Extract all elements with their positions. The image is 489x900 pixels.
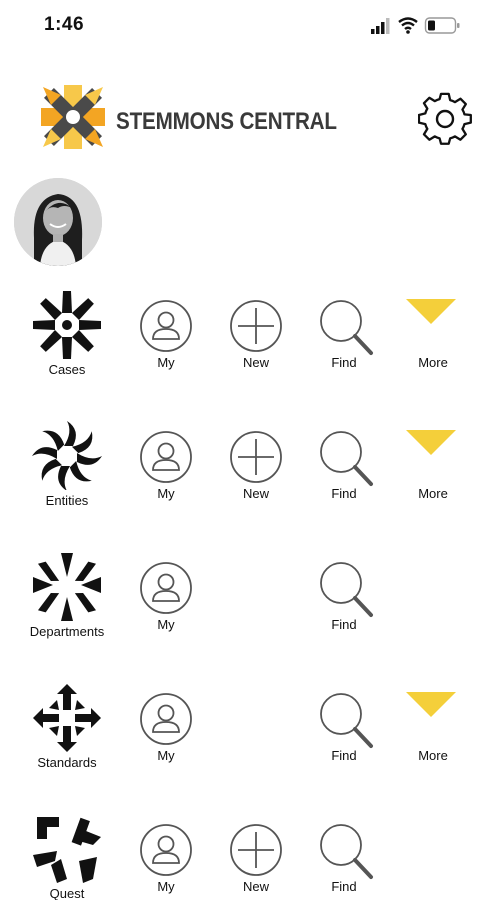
plus-circle-icon [230,300,282,352]
departments-my-button[interactable]: My [136,561,196,641]
user-circle-icon [140,693,192,745]
cases-my-button[interactable]: My [136,299,196,379]
departments-chevrons-icon[interactable] [30,551,104,621]
battery-icon [424,17,460,34]
module-label-standards: Standards [37,755,97,770]
more-label: More [418,748,448,763]
more-label: More [418,486,448,501]
search-icon [320,300,373,355]
standards-arrows-icon[interactable] [30,682,104,752]
my-label: My [157,879,175,894]
module-row-entities: Entities My New Find More [0,420,489,530]
quest-arrows-icon[interactable] [30,813,104,883]
find-label: Find [331,879,357,894]
signal-icon [371,18,390,34]
new-label: New [242,486,269,501]
entities-more-button[interactable]: More [403,430,463,510]
stemmons-logo-icon [41,85,105,149]
chevron-down-icon [406,299,456,324]
more-label: More [418,355,448,370]
find-label: Find [331,486,357,501]
search-icon [320,431,373,486]
module-row-quest: Quest My New Find [0,813,489,900]
status-icons [371,17,460,34]
status-time: 1:46 [44,14,85,35]
module-row-standards: Standards My Find More [0,682,489,792]
module-row-cases: Cases My New Find More [0,289,489,399]
cases-find-button[interactable]: Find [314,299,374,379]
my-label: My [157,617,175,632]
cases-more-button[interactable]: More [403,299,463,379]
entities-new-button[interactable]: New [226,430,286,510]
cases-new-button[interactable]: New [226,299,286,379]
module-label-entities: Entities [45,493,89,508]
my-label: My [157,748,175,763]
module-label-cases: Cases [48,362,86,377]
quest-new-button[interactable]: New [226,823,286,900]
quest-my-button[interactable]: My [136,823,196,900]
search-icon [320,824,373,879]
user-avatar[interactable] [14,178,102,266]
cases-burst-icon[interactable] [30,289,104,359]
my-label: My [157,486,175,501]
standards-my-button[interactable]: My [136,692,196,772]
quest-find-button[interactable]: Find [314,823,374,900]
new-label: New [242,879,269,894]
standards-find-button[interactable]: Find [314,692,374,772]
user-circle-icon [140,824,192,876]
app-header: STEMMONS CENTRAL [0,80,489,170]
new-label: New [242,355,269,370]
my-label: My [157,355,175,370]
user-circle-icon [140,300,192,352]
module-label-quest: Quest [49,886,85,900]
entities-find-button[interactable]: Find [314,430,374,510]
module-row-departments: Departments My Find [0,551,489,661]
status-bar: 1:46 [0,0,489,48]
wifi-icon [398,17,418,34]
user-circle-icon [140,562,192,614]
search-icon [320,562,373,617]
departments-find-button[interactable]: Find [314,561,374,641]
entities-my-button[interactable]: My [136,430,196,510]
find-label: Find [331,617,357,632]
user-photo-icon [14,178,102,266]
user-circle-icon [140,431,192,483]
chevron-down-icon [406,430,456,455]
gear-icon[interactable] [418,92,474,148]
find-label: Find [331,355,357,370]
search-icon [320,693,373,748]
module-label-departments: Departments [29,624,105,639]
plus-circle-icon [230,824,282,876]
find-label: Find [331,748,357,763]
plus-circle-icon [230,431,282,483]
app-title: STEMMONS CENTRAL [116,108,337,135]
chevron-down-icon [406,692,456,717]
standards-more-button[interactable]: More [403,692,463,772]
entities-swirl-icon[interactable] [30,420,104,490]
